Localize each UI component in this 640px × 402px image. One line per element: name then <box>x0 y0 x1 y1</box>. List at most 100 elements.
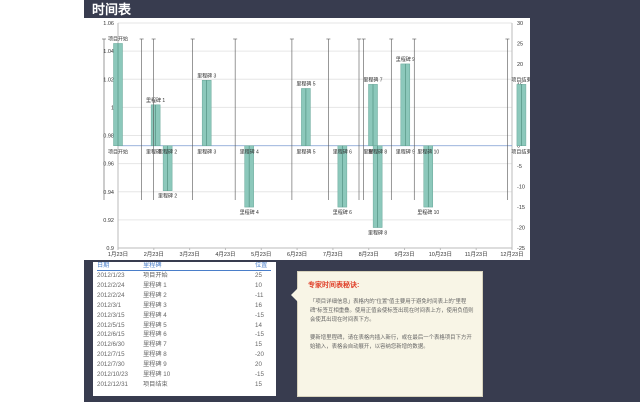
milestone-label: 里程碑 4 <box>240 209 259 216</box>
cell-position[interactable]: -15 <box>255 311 271 321</box>
x-tick-label: 6月23日 <box>287 251 307 258</box>
x-tick-label: 10月23日 <box>429 251 452 258</box>
table-row[interactable]: 2012/1/23 项目开始 25 <box>97 271 271 281</box>
cell-date[interactable]: 2012/1/23 <box>97 271 143 281</box>
cell-position[interactable]: -15 <box>255 330 271 340</box>
y-right-tick-label: -20 <box>517 226 525 232</box>
timeline-label: 项目结束 <box>511 149 530 156</box>
cell-position[interactable]: -11 <box>255 291 271 301</box>
milestone-table-panel: 日期 里程碑 位置 2012/1/23 项目开始 25 2012/2/24 里程碑 11… <box>93 262 276 396</box>
timeline-label: 里程碑 3 <box>197 149 216 156</box>
milestone-label: 里程碑 10 <box>417 209 439 216</box>
x-tick-label: 9月23日 <box>394 251 414 258</box>
x-tick-label: 1月23日 <box>108 251 128 258</box>
y-right-tick-label: -5 <box>517 164 522 170</box>
cell-date[interactable]: 2012/5/15 <box>97 321 143 331</box>
cell-position[interactable]: -15 <box>255 370 271 380</box>
tip-paragraph-1: 「项目详细信息」表格内的“位置”值主要用于避免时间表上的“里程碑”标签互相重叠。… <box>310 299 474 323</box>
page-background <box>0 0 84 402</box>
cell-position[interactable]: 10 <box>255 281 271 291</box>
milestone-label: 项目开始 <box>108 35 128 42</box>
cell-position[interactable]: 20 <box>255 360 271 370</box>
y-right-tick-label: -10 <box>517 185 525 191</box>
timeline-label: 里程碑 10 <box>417 149 439 156</box>
cell-milestone[interactable]: 里程碑 1 <box>143 281 255 291</box>
cell-milestone[interactable]: 里程碑 9 <box>143 360 255 370</box>
cell-position[interactable]: 15 <box>255 380 271 390</box>
milestone-label: 里程碑 2 <box>158 193 177 200</box>
header-milestone[interactable]: 里程碑 <box>143 262 255 271</box>
x-tick-label: 8月23日 <box>359 251 379 258</box>
cell-milestone[interactable]: 里程碑 6 <box>143 330 255 340</box>
cell-date[interactable]: 2012/10/23 <box>97 370 143 380</box>
cell-position[interactable]: 16 <box>255 301 271 311</box>
table-row[interactable]: 2012/12/31 项目结束 15 <box>97 380 271 390</box>
timeline-chart[interactable]: 0.9 0.92 0.94 0.96 0.98 1 1.02 1.04 1.06 -25 -20 -1… <box>84 18 530 260</box>
cell-date[interactable]: 2012/6/15 <box>97 330 143 340</box>
cell-milestone[interactable]: 里程碑 2 <box>143 291 255 301</box>
table-row[interactable]: 2012/6/30 里程碑 7 15 <box>97 340 271 350</box>
table-row[interactable]: 2012/2/24 里程碑 1 10 <box>97 281 271 291</box>
cell-milestone[interactable]: 里程碑 4 <box>143 311 255 321</box>
x-tick-label: 5月23日 <box>251 251 271 258</box>
table-row[interactable]: 2012/3/15 里程碑 4 -15 <box>97 311 271 321</box>
timeline-label: 里程碑 9 <box>396 149 415 156</box>
table-row[interactable]: 2012/7/15 里程碑 8 -20 <box>97 350 271 360</box>
cell-date[interactable]: 2012/3/15 <box>97 311 143 321</box>
cell-milestone[interactable]: 项目开始 <box>143 271 255 281</box>
milestone-label: 里程碑 9 <box>396 56 415 63</box>
y-left-tick-label: 0.92 <box>103 218 114 224</box>
header-position[interactable]: 位置 <box>255 262 271 271</box>
cell-milestone[interactable]: 项目结束 <box>143 380 255 390</box>
y-left-tick-label: 0.96 <box>103 162 114 168</box>
x-tick-label: 4月23日 <box>215 251 235 258</box>
timeline-label: 里程碑 8 <box>368 149 387 156</box>
timeline-chart-svg: 0.90.920.940.960.9811.021.041.06-25-20-1… <box>102 21 530 258</box>
cell-milestone[interactable]: 里程碑 5 <box>143 321 255 331</box>
cell-milestone[interactable]: 里程碑 3 <box>143 301 255 311</box>
table-header-row: 日期 里程碑 位置 <box>97 262 271 271</box>
y-left-tick-label: 1.02 <box>103 77 114 83</box>
tip-title: 专家时间表秘诀: <box>308 282 360 289</box>
x-tick-label: 3月23日 <box>180 251 200 258</box>
timeline-label: 里程碑 5 <box>296 149 315 156</box>
cell-date[interactable]: 2012/6/30 <box>97 340 143 350</box>
cell-date[interactable]: 2012/12/31 <box>97 380 143 390</box>
table-row[interactable]: 2012/6/15 里程碑 6 -15 <box>97 330 271 340</box>
x-tick-label: 7月23日 <box>323 251 343 258</box>
milestone-label: 里程碑 6 <box>333 209 352 216</box>
cell-position[interactable]: -20 <box>255 350 271 360</box>
callout-pointer <box>291 288 298 302</box>
milestone-label: 里程碑 3 <box>197 72 216 79</box>
cell-date[interactable]: 2012/2/24 <box>97 291 143 301</box>
cell-position[interactable]: 25 <box>255 271 271 281</box>
cell-milestone[interactable]: 里程碑 10 <box>143 370 255 380</box>
cell-position[interactable]: 15 <box>255 340 271 350</box>
timeline-label: 里程碑 4 <box>240 149 259 156</box>
cell-date[interactable]: 2012/7/15 <box>97 350 143 360</box>
header-date[interactable]: 日期 <box>97 262 143 271</box>
milestone-label: 里程碑 7 <box>363 76 382 83</box>
y-left-tick-label: 0.98 <box>103 134 114 140</box>
cell-date[interactable]: 2012/2/24 <box>97 281 143 291</box>
cell-milestone[interactable]: 里程碑 7 <box>143 340 255 350</box>
x-tick-label: 11月23日 <box>465 251 488 258</box>
y-right-tick-label: 20 <box>517 62 523 68</box>
table-row[interactable]: 2012/2/24 里程碑 2 -11 <box>97 291 271 301</box>
y-right-tick-label: 25 <box>517 41 523 47</box>
x-tick-label: 2月23日 <box>144 251 164 258</box>
table-row[interactable]: 2012/3/1 里程碑 3 16 <box>97 301 271 311</box>
timeline-label: 里程碑 6 <box>333 149 352 156</box>
table-row[interactable]: 2012/5/15 里程碑 5 14 <box>97 321 271 331</box>
milestone-label: 里程碑 1 <box>146 97 165 104</box>
expert-tip-callout: 专家时间表秘诀: 「项目详细信息」表格内的“位置”值主要用于避免时间表上的“里程… <box>291 271 483 397</box>
cell-date[interactable]: 2012/7/30 <box>97 360 143 370</box>
milestone-table: 日期 里程碑 位置 2012/1/23 项目开始 25 2012/2/24 里程碑 11… <box>97 262 271 390</box>
y-right-tick-label: 30 <box>517 21 523 27</box>
cell-position[interactable]: 14 <box>255 321 271 331</box>
table-row[interactable]: 2012/10/23 里程碑 10 -15 <box>97 370 271 380</box>
cell-milestone[interactable]: 里程碑 8 <box>143 350 255 360</box>
table-row[interactable]: 2012/7/30 里程碑 9 20 <box>97 360 271 370</box>
milestone-label: 项目结束 <box>511 76 530 83</box>
cell-date[interactable]: 2012/3/1 <box>97 301 143 311</box>
